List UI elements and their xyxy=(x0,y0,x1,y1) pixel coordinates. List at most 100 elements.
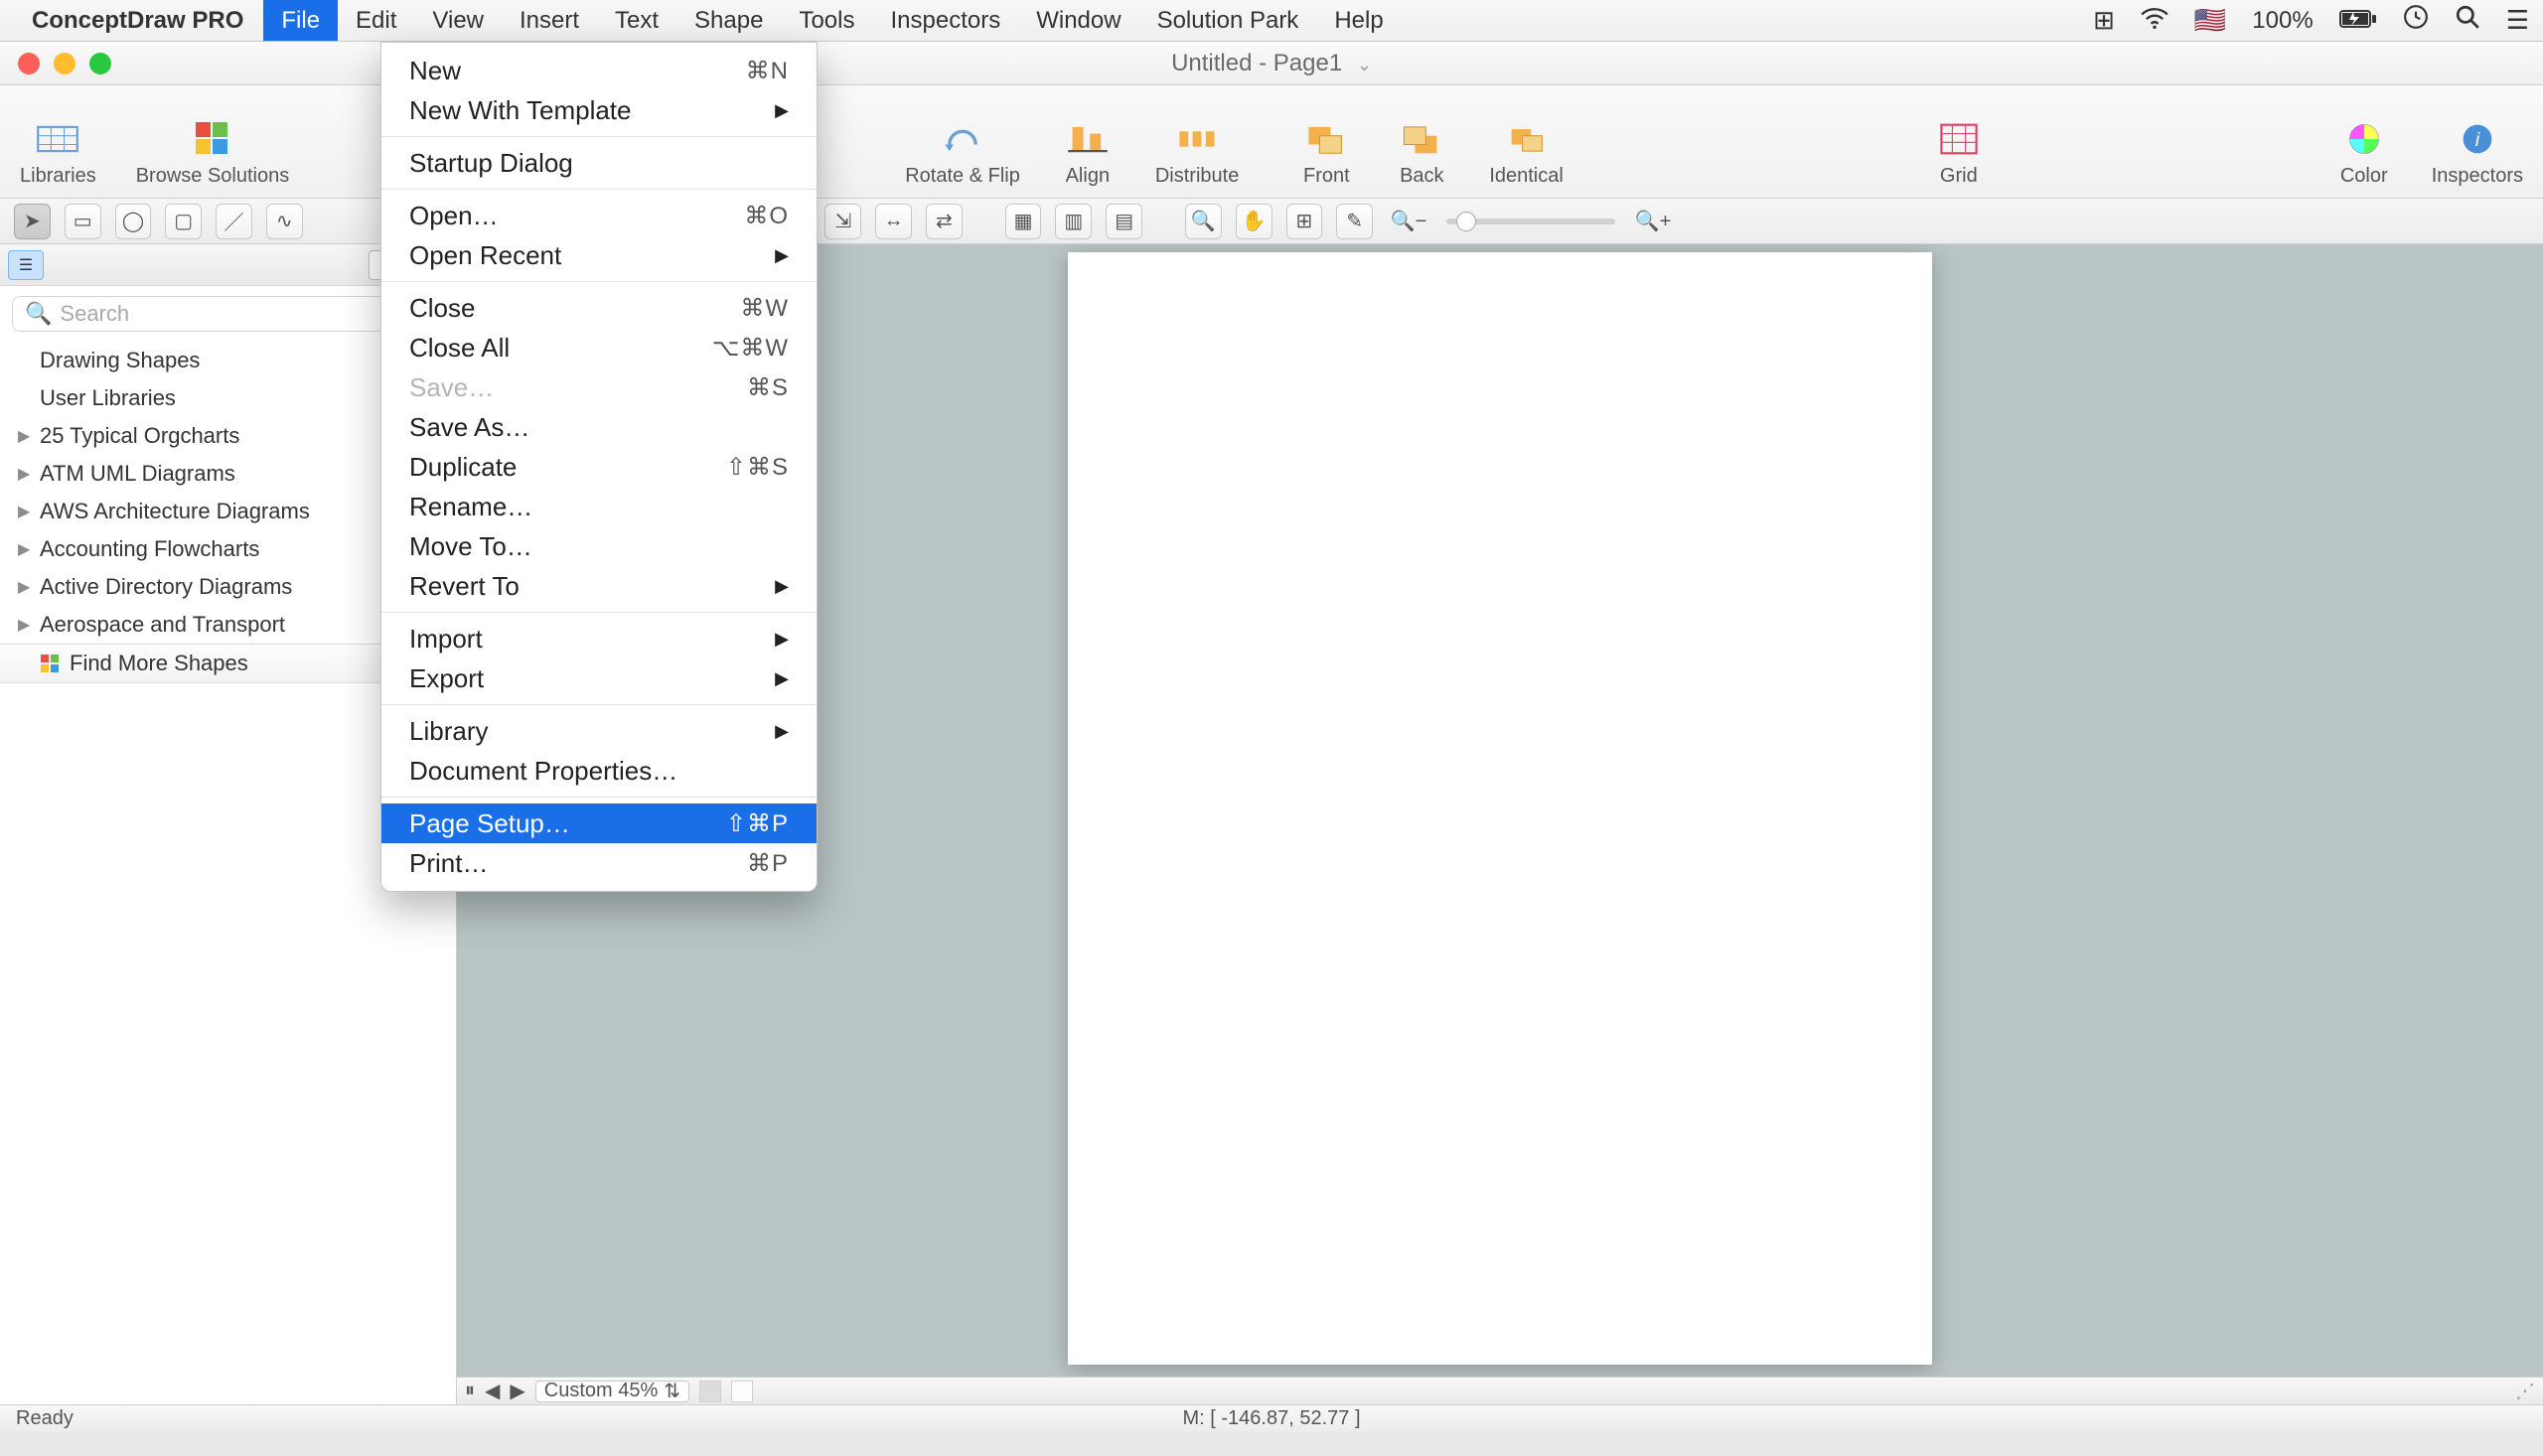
menubar-list-icon[interactable]: ☰ xyxy=(2506,5,2529,36)
tool-connector-3[interactable]: ↔ xyxy=(875,204,912,239)
menu-item-label: Close xyxy=(409,293,475,324)
toolbar-label: Identical xyxy=(1489,165,1564,188)
tool-rounded[interactable]: ▢ xyxy=(165,204,202,239)
toolbar-inspectors[interactable]: i Inspectors xyxy=(2432,119,2523,188)
sidebar-footer-label: Find More Shapes xyxy=(70,651,248,676)
battery-icon[interactable] xyxy=(2339,5,2377,36)
zoom-readout[interactable]: Custom 45% ⇅ xyxy=(535,1381,689,1402)
menubar-appswitch-icon[interactable]: ⊞ xyxy=(2093,5,2115,36)
menu-text[interactable]: Text xyxy=(597,0,676,41)
file-menu-item[interactable]: Save As… xyxy=(381,407,817,447)
file-menu-item[interactable]: Open Recent▶ xyxy=(381,235,817,275)
svg-text:i: i xyxy=(2475,129,2480,151)
tool-connector-4[interactable]: ⇄ xyxy=(926,204,963,239)
file-menu-item[interactable]: Import▶ xyxy=(381,619,817,658)
tool-line[interactable]: ／ xyxy=(216,204,252,239)
file-menu-item[interactable]: Print… ⌘P xyxy=(381,843,817,883)
zoom-slider-knob[interactable] xyxy=(1456,212,1476,231)
next-page-button[interactable]: ▶ xyxy=(510,1379,524,1403)
zoom-out-button[interactable]: 🔍− xyxy=(1387,204,1430,239)
toolbar-label: Browse Solutions xyxy=(136,165,290,188)
clock-icon[interactable] xyxy=(2403,4,2429,37)
tool-chart-3[interactable]: ▤ xyxy=(1106,204,1142,239)
disclosure-triangle-icon: ▶ xyxy=(18,464,32,484)
toolbar-rotate-flip[interactable]: Rotate & Flip xyxy=(905,119,1020,188)
file-menu-item[interactable]: Open…⌘O xyxy=(381,196,817,235)
tool-pointer[interactable]: ➤ xyxy=(14,204,51,239)
pause-icon[interactable]: ⏸ xyxy=(465,1380,475,1402)
toolbar-libraries[interactable]: Libraries xyxy=(20,119,96,188)
toolbar-front[interactable]: Front xyxy=(1298,119,1354,188)
file-menu-item[interactable]: Export ▶ xyxy=(381,658,817,698)
menu-inspectors[interactable]: Inspectors xyxy=(872,0,1018,41)
window-zoom-button[interactable] xyxy=(89,53,111,74)
spotlight-icon[interactable] xyxy=(2455,4,2480,37)
tool-stamp[interactable]: ⊞ xyxy=(1286,204,1323,239)
window-traffic-lights xyxy=(0,53,111,74)
tool-eyedropper[interactable]: ✎ xyxy=(1336,204,1373,239)
tool-chart-2[interactable]: ▥ xyxy=(1055,204,1092,239)
toolbar-color[interactable]: Color xyxy=(2336,119,2392,188)
menu-item-label: Export xyxy=(409,663,484,694)
file-menu-item[interactable]: Duplicate⇧⌘S xyxy=(381,447,817,487)
app-name[interactable]: ConceptDraw PRO xyxy=(32,7,243,35)
file-menu-item[interactable]: Rename… xyxy=(381,487,817,526)
file-menu-item[interactable]: Page Setup…⇧⌘P xyxy=(381,803,817,843)
menu-view[interactable]: View xyxy=(414,0,502,41)
tool-rect[interactable]: ▭ xyxy=(65,204,101,239)
file-menu-item[interactable]: Library▶ xyxy=(381,711,817,751)
menu-help[interactable]: Help xyxy=(1316,0,1401,41)
tool-connector-2[interactable]: ⇲ xyxy=(824,204,861,239)
menu-item-label: Print… xyxy=(409,848,488,879)
prev-page-button[interactable]: ◀ xyxy=(485,1379,500,1403)
sidebar-search-input[interactable]: 🔍 Search xyxy=(12,296,444,332)
front-icon xyxy=(1298,119,1354,159)
file-menu-item[interactable]: Document Properties… xyxy=(381,751,817,791)
toolbar-align[interactable]: Align xyxy=(1060,119,1116,188)
file-menu-item[interactable]: New⌘N xyxy=(381,51,817,90)
submenu-arrow-icon: ▶ xyxy=(775,668,789,689)
menu-file[interactable]: File xyxy=(263,0,338,41)
toolbar-distribute[interactable]: Distribute xyxy=(1155,119,1239,188)
menu-insert[interactable]: Insert xyxy=(502,0,597,41)
window-minimize-button[interactable] xyxy=(54,53,75,74)
tool-zoom-region[interactable]: 🔍 xyxy=(1185,204,1222,239)
toolbar-browse-solutions[interactable]: Browse Solutions xyxy=(136,119,290,188)
disclosure-triangle-icon: ▶ xyxy=(18,577,32,597)
file-menu-item[interactable]: Move To… xyxy=(381,526,817,566)
tool-chart-1[interactable]: ▦ xyxy=(1005,204,1042,239)
file-menu-item[interactable]: Close All⌥⌘W xyxy=(381,328,817,367)
file-menu-item[interactable]: Startup Dialog xyxy=(381,143,817,183)
file-menu-item[interactable]: Close⌘W xyxy=(381,288,817,328)
menu-tools[interactable]: Tools xyxy=(781,0,872,41)
menu-window[interactable]: Window xyxy=(1018,0,1138,41)
file-menu-item[interactable]: New With Template▶ xyxy=(381,90,817,130)
menu-solution-park[interactable]: Solution Park xyxy=(1139,0,1317,41)
menu-shape[interactable]: Shape xyxy=(676,0,781,41)
stepper-icon: ⇅ xyxy=(664,1379,680,1403)
resize-grip-icon[interactable]: ⋰ xyxy=(2515,1379,2535,1403)
submenu-arrow-icon: ▶ xyxy=(775,576,789,597)
zoom-slider[interactable] xyxy=(1446,218,1615,224)
tool-curve[interactable]: ∿ xyxy=(266,204,303,239)
menu-item-label: Document Properties… xyxy=(409,756,677,787)
input-flag-icon[interactable]: 🇺🇸 xyxy=(2194,5,2226,36)
zoom-in-button[interactable]: 🔍+ xyxy=(1631,204,1675,239)
window-close-button[interactable] xyxy=(18,53,40,74)
wifi-icon[interactable] xyxy=(2141,5,2169,36)
page-tab-1[interactable] xyxy=(699,1381,721,1402)
window-title[interactable]: Untitled - Page1 ⌄ xyxy=(1171,50,1372,77)
menu-shortcut: ⌘P xyxy=(747,849,789,878)
page-tab-add[interactable] xyxy=(731,1381,753,1402)
menu-item-label: Move To… xyxy=(409,531,532,562)
info-icon: i xyxy=(2450,119,2505,159)
tool-ellipse[interactable]: ◯ xyxy=(115,204,152,239)
file-menu-item[interactable]: Revert To▶ xyxy=(381,566,817,606)
canvas-page[interactable] xyxy=(1068,252,1932,1365)
toolbar-grid[interactable]: Grid xyxy=(1931,119,1987,188)
tool-pan[interactable]: ✋ xyxy=(1236,204,1272,239)
sidebar-view-tree[interactable]: ☰ xyxy=(8,250,44,280)
toolbar-identical[interactable]: Identical xyxy=(1489,119,1564,188)
toolbar-back[interactable]: Back xyxy=(1394,119,1449,188)
menu-edit[interactable]: Edit xyxy=(338,0,414,41)
